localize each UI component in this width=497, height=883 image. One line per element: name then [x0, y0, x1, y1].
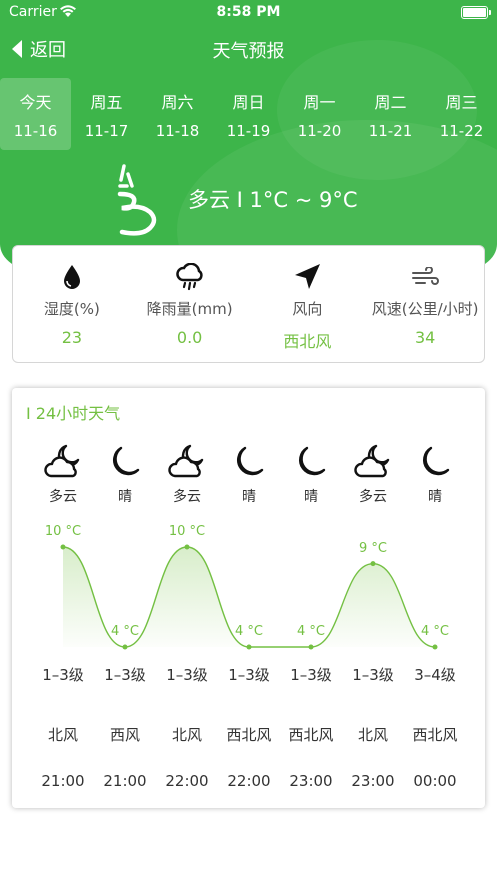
hourly-wind-direction: 北风 [357, 726, 388, 744]
hourly-condition: 晴 [428, 489, 442, 505]
hourly-wind-level: 1–3级 [228, 666, 270, 684]
moon-icon [228, 442, 270, 482]
day-tab[interactable]: 今天 11-16 [0, 78, 71, 150]
moon-icon [414, 442, 456, 482]
weather-stats-card: 湿度(%) 23 降雨量(mm) 0.0 风向 西北风 风速(公里/小时) 34 [12, 245, 485, 363]
hourly-time: 21:00 [103, 772, 147, 790]
hourly-time: 22:00 [165, 772, 209, 790]
day-tab[interactable]: 周五 11-17 [71, 78, 142, 150]
moon-icon [290, 442, 332, 482]
hourly-wind-direction: 西北风 [288, 726, 334, 744]
navigation-bar: 返回 天气预报 [0, 34, 497, 68]
hourly-condition: 晴 [118, 489, 132, 505]
hourly-forecast-card: I 24小时天气 多云 1–3级 北风 21:00 晴 1–3级 西风 21:00 多云 1–3级… [12, 388, 485, 808]
hourly-wind-level: 1–3级 [42, 666, 84, 684]
day-tab-weekday: 今天 [19, 93, 52, 112]
temperature-label: 9 °C [359, 540, 387, 556]
humidity-drop-icon [13, 262, 131, 292]
header-background: Carrier 8:58 PM 返回 天气预报 今天 11-16 周五 11-17 … [0, 0, 497, 272]
day-tab-date: 11-21 [368, 122, 413, 140]
temperature-label: 4 °C [297, 624, 325, 639]
today-summary: 多云 I 1°C ~ 9°C [0, 160, 497, 240]
day-tab[interactable]: 周日 11-19 [213, 78, 284, 150]
hourly-wind-direction: 北风 [171, 726, 202, 744]
cloudy-night-icon [352, 442, 394, 482]
day-tab-weekday: 周五 [90, 93, 123, 112]
wind-speed-icon [366, 262, 484, 292]
hourly-wind-level: 1–3级 [104, 666, 146, 684]
stat-wind-direction: 风向 西北风 [249, 246, 367, 362]
hourly-condition: 多云 [49, 489, 77, 505]
day-tab-date: 11-16 [13, 122, 58, 140]
hourly-condition: 晴 [242, 489, 256, 505]
stat-value: 34 [414, 328, 436, 347]
hourly-condition: 晴 [304, 489, 318, 505]
hourly-wind-direction: 西北风 [412, 726, 458, 744]
page-title: 天气预报 [212, 41, 285, 62]
hourly-time: 23:00 [289, 772, 333, 790]
hourly-wind-direction: 北风 [47, 726, 78, 744]
day-tab-weekday: 周一 [303, 93, 336, 112]
day-tabs: 今天 11-16 周五 11-17 周六 11-18 周日 11-19 周一 11-20 … [0, 78, 497, 150]
stat-value: 西北风 [283, 332, 332, 351]
temperature-point [184, 544, 190, 550]
day-tab[interactable]: 周六 11-18 [142, 78, 213, 150]
hourly-wind-level: 1–3级 [352, 666, 394, 684]
stat-label: 湿度(%) [43, 300, 100, 318]
hourly-time: 00:00 [413, 772, 457, 790]
hourly-time: 23:00 [351, 772, 395, 790]
hourly-condition: 多云 [173, 489, 201, 505]
day-tab-date: 11-17 [84, 122, 129, 140]
hourly-wind-direction: 西风 [109, 726, 140, 744]
today-weather-text: 多云 I 1°C ~ 9°C [188, 188, 358, 212]
day-tab-date: 11-18 [155, 122, 200, 140]
hourly-time: 22:00 [227, 772, 271, 790]
stat-label: 风向 [292, 300, 323, 318]
hourly-wind-level: 3–4级 [414, 666, 456, 684]
temperature-label: 10 °C [168, 524, 206, 539]
hourly-wind-direction: 西北风 [226, 726, 272, 744]
stat-rainfall: 降雨量(mm) 0.0 [131, 246, 249, 362]
day-tab-weekday: 周日 [232, 93, 265, 112]
day-tab-weekday: 周六 [161, 93, 194, 112]
temperature-point [122, 644, 128, 650]
temperature-label: 4 °C [111, 624, 139, 639]
day-tab-date: 11-20 [297, 122, 342, 140]
stat-humidity: 湿度(%) 23 [13, 246, 131, 362]
temperature-point [432, 644, 438, 650]
hourly-wind-level: 1–3级 [166, 666, 208, 684]
rain-cloud-icon [131, 262, 249, 292]
temperature-label: 4 °C [235, 624, 263, 639]
temperature-point [308, 644, 314, 650]
cloudy-wind-icon [114, 162, 160, 238]
temperature-point [370, 561, 376, 567]
stat-label: 风速(公里/小时) [371, 300, 479, 318]
cloudy-night-icon [166, 442, 208, 482]
hourly-time: 21:00 [41, 772, 85, 790]
day-tab[interactable]: 周二 11-21 [355, 78, 426, 150]
day-tab[interactable]: 周一 11-20 [284, 78, 355, 150]
temperature-point [60, 544, 66, 550]
day-tab-date: 11-22 [439, 122, 484, 140]
stat-label: 降雨量(mm) [146, 300, 233, 318]
status-bar: Carrier 8:58 PM [0, 0, 497, 26]
battery-icon [461, 6, 491, 19]
temperature-point [246, 644, 252, 650]
day-tab-date: 11-19 [226, 122, 271, 140]
temperature-label: 10 °C [44, 524, 82, 539]
moon-icon [104, 442, 146, 482]
stat-wind-speed: 风速(公里/小时) 34 [366, 246, 484, 362]
day-tab[interactable]: 周三 11-22 [426, 78, 497, 150]
temperature-label: 4 °C [421, 624, 449, 639]
hourly-condition: 多云 [359, 489, 387, 505]
stat-value: 23 [61, 328, 83, 347]
cloudy-night-icon [42, 442, 84, 482]
day-tab-weekday: 周三 [445, 93, 478, 112]
day-tab-weekday: 周二 [374, 93, 407, 112]
wind-direction-arrow-icon [249, 262, 367, 292]
clock: 8:58 PM [216, 4, 281, 20]
hourly-wind-level: 1–3级 [290, 666, 332, 684]
stat-value: 0.0 [176, 328, 203, 347]
